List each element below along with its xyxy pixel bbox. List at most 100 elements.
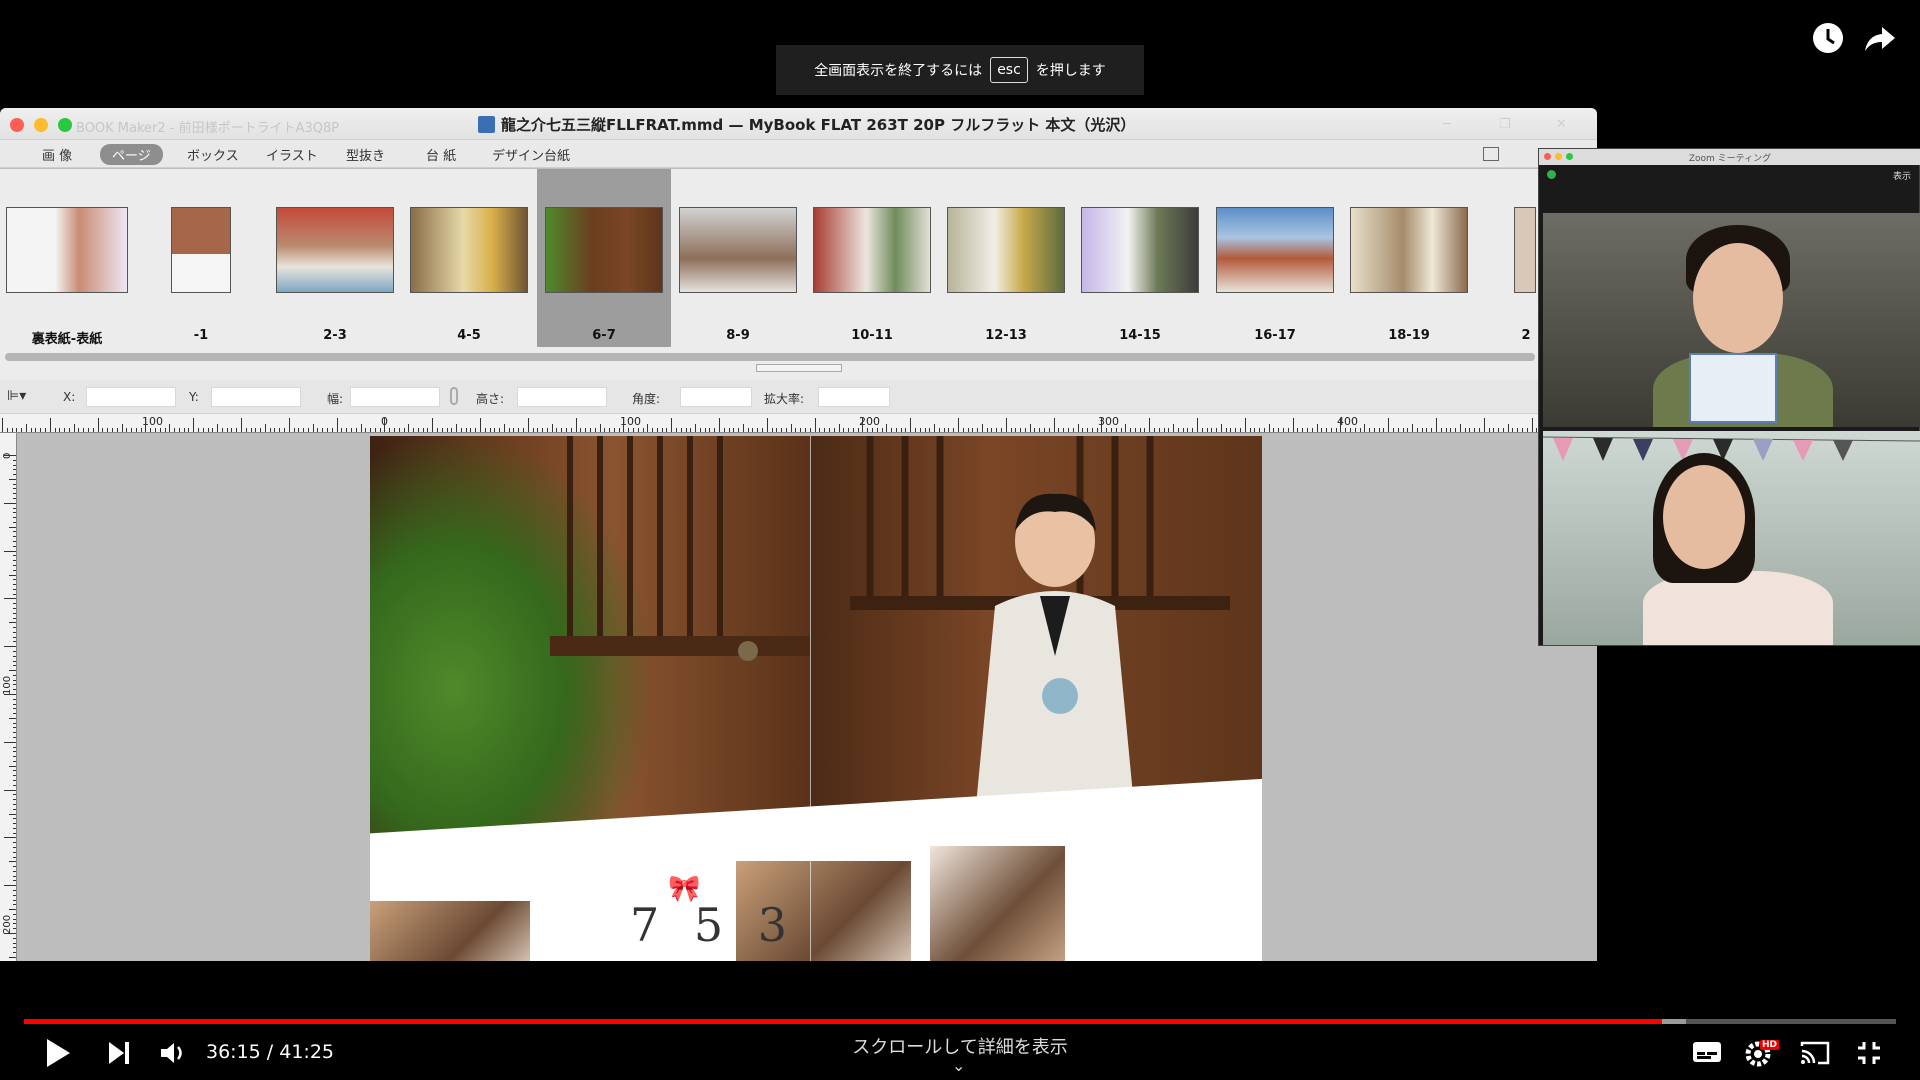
ruler-tick xyxy=(1421,428,1423,432)
ruler-tick xyxy=(1407,428,1409,432)
ruler-tick xyxy=(13,660,16,662)
page-thumbnail[interactable]: -1 xyxy=(134,169,268,347)
ruler-tick xyxy=(379,428,381,432)
participant-video-tile[interactable] xyxy=(1543,431,1920,645)
tab-design-mount[interactable]: デザイン台紙 xyxy=(492,145,570,164)
ruler-tick xyxy=(513,428,515,432)
ruler-tick xyxy=(1182,428,1184,432)
ruler-tick xyxy=(795,428,797,432)
y-field[interactable] xyxy=(211,387,301,407)
ruler-tick xyxy=(1493,428,1495,432)
ruler-tick xyxy=(1077,424,1079,432)
ruler-tick xyxy=(1120,428,1122,432)
close-window-button[interactable] xyxy=(10,118,24,132)
ruler-tick xyxy=(221,428,223,432)
tab-page[interactable]: ページ xyxy=(100,144,163,165)
page-thumbnail-selected[interactable]: 6-7 xyxy=(537,169,671,347)
ruler-tick xyxy=(13,746,16,748)
height-field[interactable] xyxy=(517,387,607,407)
scale-field[interactable] xyxy=(818,387,890,407)
seek-bar[interactable] xyxy=(24,1019,1896,1024)
tab-illustration[interactable]: イラスト xyxy=(266,145,318,164)
link-aspect-icon[interactable] xyxy=(450,387,458,405)
ruler-tick xyxy=(1015,428,1017,432)
page-spread[interactable]: 🎀 7 5 3 xyxy=(370,436,1262,961)
ruler-tick xyxy=(13,918,16,920)
minimize-icon[interactable]: ─ xyxy=(1443,117,1451,132)
window-title: 龍之介七五三縦FLLFRAT.mmd — MyBook FLAT 263T 20… xyxy=(478,114,1135,135)
page-thumbnail[interactable]: 2-3 xyxy=(268,169,402,347)
cast-icon[interactable] xyxy=(1800,1040,1830,1070)
minimize-window-button[interactable] xyxy=(34,118,48,132)
thumbnail-scrollbar-thumb[interactable] xyxy=(5,353,1535,361)
tab-die-cut[interactable]: 型抜き xyxy=(346,145,385,164)
zoom-window-button[interactable] xyxy=(58,118,72,132)
ruler-tick xyxy=(13,875,16,877)
page-thumbnail[interactable]: 18-19 xyxy=(1342,169,1476,347)
ruler-tick xyxy=(451,428,453,432)
page-thumbnail[interactable]: 4-5 xyxy=(402,169,536,347)
x-field[interactable] xyxy=(86,387,176,407)
chevron-down-icon[interactable]: ⌄ xyxy=(952,1056,965,1075)
ruler-tick xyxy=(13,904,16,906)
ruler-tick xyxy=(695,424,697,432)
ruler-tick xyxy=(561,428,563,432)
ruler-tick xyxy=(13,459,16,461)
participant-video-tile[interactable] xyxy=(1543,213,1920,427)
mybook-editor-window: BOOK Maker2 - 前田様ポートライトA3Q8P 龍之介七五三縦FLLF… xyxy=(0,108,1597,961)
page-thumbnail[interactable]: 10-11 xyxy=(805,169,939,347)
align-menu-icon[interactable]: ⊫▾ xyxy=(7,388,26,404)
page-thumbnail[interactable]: 8-9 xyxy=(671,169,805,347)
ruler-tick xyxy=(4,933,16,934)
exit-fullscreen-icon[interactable] xyxy=(1856,1040,1882,1070)
ruler-tick xyxy=(1479,428,1481,432)
ruler-tick xyxy=(13,617,16,619)
ruler-tick xyxy=(365,428,367,432)
angle-field[interactable] xyxy=(680,387,752,407)
photo-box-left[interactable] xyxy=(370,436,810,856)
page-thumbnail[interactable]: 12-13 xyxy=(939,169,1073,347)
tab-box[interactable]: ボックス xyxy=(187,145,239,164)
ruler-tick xyxy=(589,428,591,432)
share-icon[interactable] xyxy=(1862,20,1898,56)
ruler-tick xyxy=(13,607,16,609)
ruler-tick xyxy=(1349,428,1351,432)
ruler-tick xyxy=(1483,418,1485,432)
ruler-tick xyxy=(1235,428,1237,432)
thumbnail-image xyxy=(545,207,663,293)
close-icon[interactable]: ✕ xyxy=(1556,117,1567,132)
ruler-tick xyxy=(1067,428,1069,432)
tab-mount[interactable]: 台 紙 xyxy=(426,145,456,164)
width-field[interactable] xyxy=(350,387,440,407)
ruler-tick xyxy=(494,428,496,432)
page-canvas[interactable]: 🎀 7 5 3 xyxy=(17,433,1597,961)
ruler-tick xyxy=(13,842,16,844)
ruler-tick xyxy=(13,483,16,485)
ruler-tick xyxy=(13,780,16,782)
ruler-tick xyxy=(523,428,525,432)
ruler-tick xyxy=(1168,428,1170,432)
collage-photo[interactable] xyxy=(930,846,1065,961)
ruler-tick xyxy=(422,428,424,432)
thumbnail-scrollbar[interactable] xyxy=(5,353,1535,361)
collage-photo[interactable] xyxy=(370,901,530,961)
page-thumbnail[interactable]: 16-17 xyxy=(1208,169,1342,347)
panel-splitter-handle[interactable] xyxy=(756,364,842,372)
thumbnail-label: 4-5 xyxy=(457,328,481,343)
tab-image[interactable]: 画 像 xyxy=(42,145,72,164)
thumbnail-label: 裏表紙-表紙 xyxy=(31,332,103,347)
ruler-tick xyxy=(13,469,16,471)
ruler-tick xyxy=(13,737,16,739)
watch-later-icon[interactable] xyxy=(1810,20,1846,56)
view-toggle[interactable]: 表示 xyxy=(1893,169,1911,182)
ruler-tick xyxy=(1249,428,1251,432)
ruler-tick xyxy=(891,428,893,432)
subtitles-icon[interactable] xyxy=(1692,1040,1722,1068)
page-thumbnail[interactable]: 2 xyxy=(1476,169,1536,347)
page-thumbnail[interactable]: 裏表紙-表紙 xyxy=(0,169,134,347)
restore-icon[interactable]: ❐ xyxy=(1499,117,1511,132)
page-thumbnail[interactable]: 14-15 xyxy=(1073,169,1207,347)
ruler-tick xyxy=(1177,428,1179,432)
duplicate-icon[interactable] xyxy=(1483,147,1499,161)
ruler-tick xyxy=(13,784,16,786)
